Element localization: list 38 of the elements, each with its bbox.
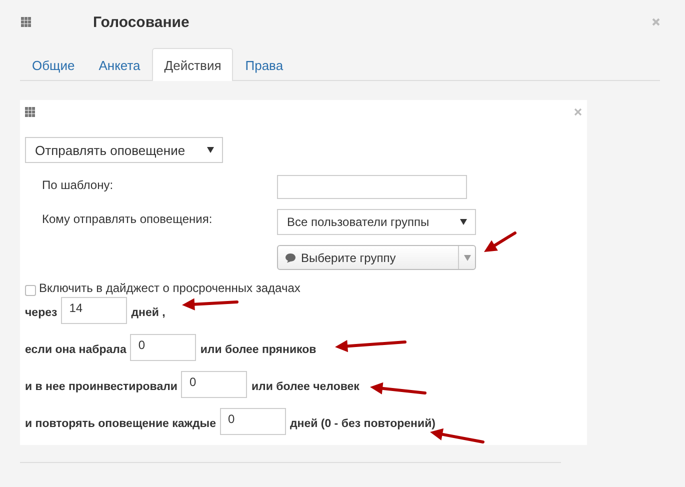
arrow-annotation [182, 298, 238, 310]
caret-icon [207, 147, 214, 153]
condition-label: через [25, 306, 58, 318]
condition-label: или более пряников [200, 342, 316, 356]
condition-label: или более человек [251, 380, 360, 392]
tab[interactable]: Общие [20, 48, 87, 81]
arrow-annotation [335, 340, 406, 352]
template-label: По шаблону: [41, 177, 114, 192]
condition-label: дней , [131, 306, 166, 318]
condition-label: и в нее проинвестировали [25, 380, 178, 392]
recipients-label: Кому отправлять оповещения: [41, 211, 214, 226]
digest-checkbox[interactable] [25, 285, 36, 296]
template-field[interactable] [277, 175, 467, 199]
digest-label: Включить в дайджест о просроченных задачах [39, 281, 300, 295]
close-icon[interactable] [574, 108, 582, 116]
number-field[interactable]: 0 [181, 371, 248, 398]
window-title: Голосование [93, 14, 190, 30]
number-field[interactable]: 0 [220, 408, 286, 435]
caret-icon [464, 254, 470, 260]
recipients-select[interactable]: Все пользователи группы [277, 209, 476, 235]
number-field[interactable]: 0 [130, 334, 196, 361]
arrow-annotation [370, 382, 426, 394]
tab[interactable]: Анкета [86, 48, 152, 81]
number-field[interactable]: 14 [61, 297, 128, 324]
grid-icon[interactable] [25, 107, 35, 117]
caret-icon [460, 219, 467, 225]
condition-label: если она набрала [25, 342, 126, 356]
tab[interactable]: Действия [152, 48, 234, 81]
condition-label: и повторять оповещение каждые [25, 416, 216, 430]
tab[interactable]: Права [233, 48, 296, 81]
close-icon[interactable] [652, 18, 660, 26]
arrow-annotation [484, 232, 516, 252]
speech-bubble-icon [285, 252, 296, 262]
grid-icon[interactable] [21, 17, 31, 27]
group-select[interactable]: Выберите группу [277, 245, 476, 270]
action-select[interactable]: Отправлять оповещение [25, 137, 223, 163]
condition-label: дней (0 - без повторений) [290, 416, 436, 430]
arrow-annotation [430, 428, 484, 444]
